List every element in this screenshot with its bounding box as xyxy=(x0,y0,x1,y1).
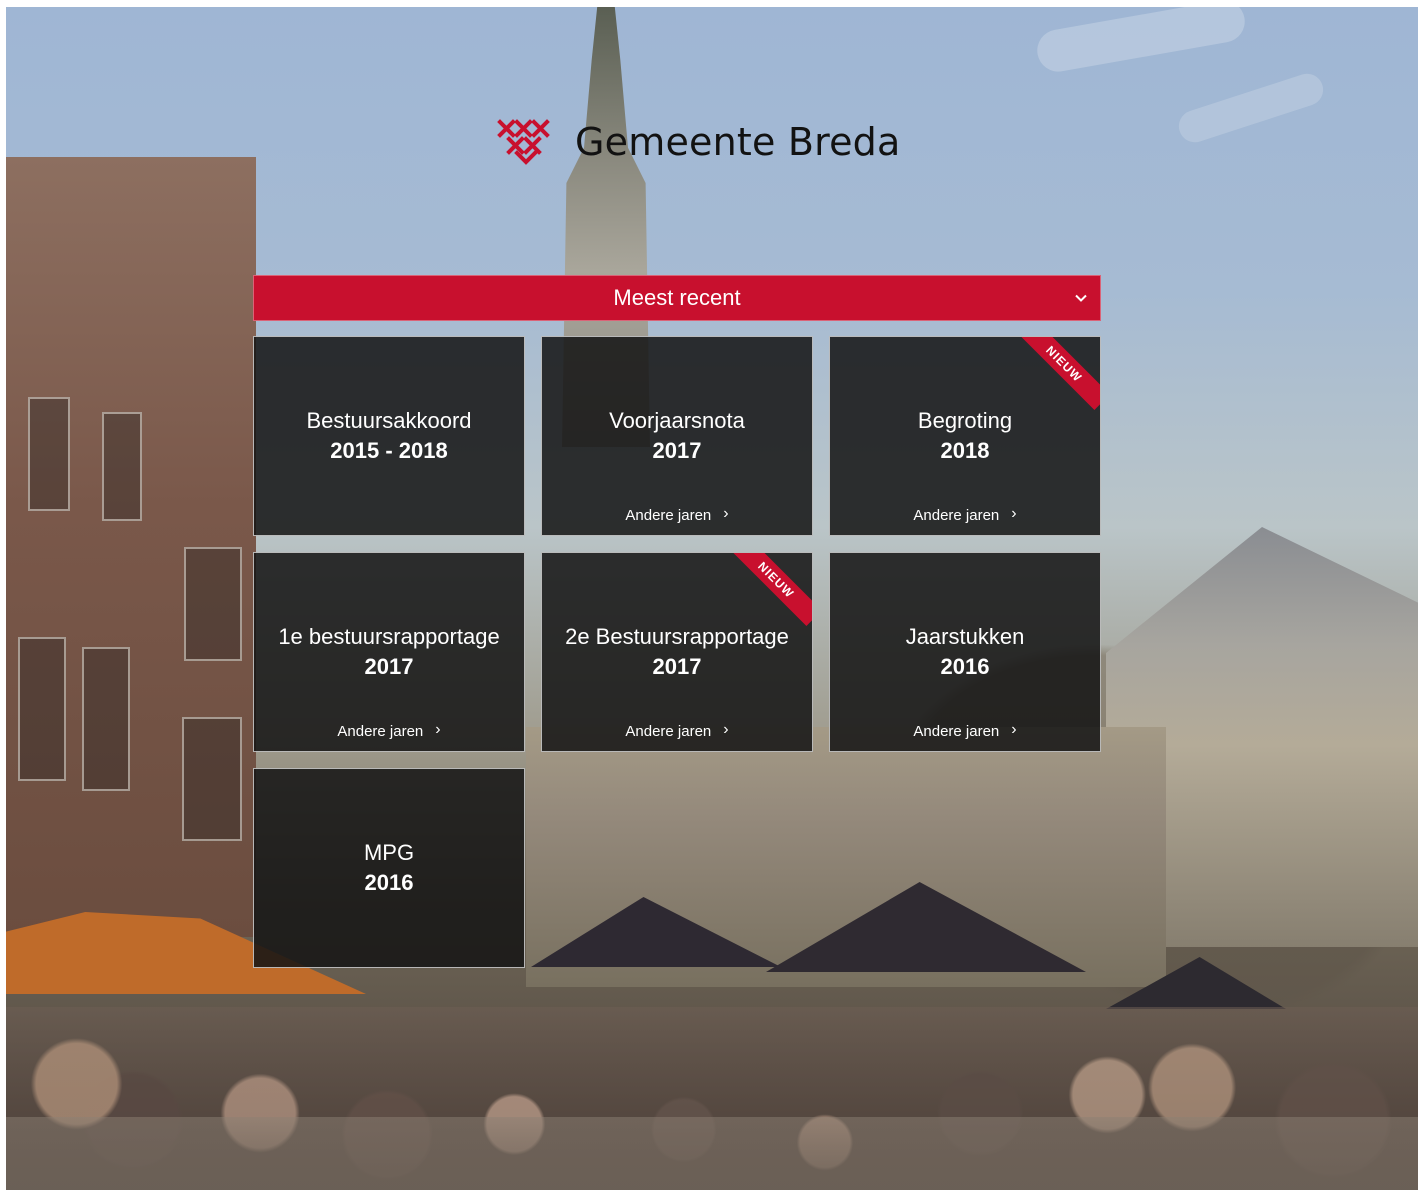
tile-year: 2016 xyxy=(364,870,414,895)
new-badge-label: NIEUW xyxy=(755,559,797,601)
document-tile[interactable]: NIEUW Begroting 2018 Andere jaren › xyxy=(829,336,1101,536)
recent-filter-dropdown[interactable]: Meest recent xyxy=(253,275,1101,321)
chevron-right-icon: › xyxy=(723,721,729,738)
other-years-label: Andere jaren xyxy=(625,506,712,524)
chevron-right-icon: › xyxy=(435,721,441,738)
building-window xyxy=(182,717,242,841)
other-years-label: Andere jaren xyxy=(625,722,712,740)
tile-year: 2015 - 2018 xyxy=(330,438,448,463)
chevron-right-icon: › xyxy=(723,505,729,522)
dropdown-selected-value: Meest recent xyxy=(613,285,741,310)
sky-cloud xyxy=(1174,69,1328,147)
chevron-down-icon xyxy=(1073,290,1089,306)
document-tile[interactable]: MPG 2016 xyxy=(253,768,525,968)
tile-title: Jaarstukken xyxy=(905,624,1025,649)
other-years-label: Andere jaren xyxy=(913,722,1000,740)
building-window xyxy=(18,637,66,781)
gemeente-breda-logo-icon xyxy=(497,119,550,165)
other-years-link[interactable]: Andere jaren › xyxy=(830,721,1100,740)
chevron-right-icon: › xyxy=(1011,505,1017,522)
document-tile[interactable]: Bestuursakkoord 2015 - 2018 xyxy=(253,336,525,536)
building-window xyxy=(184,547,242,661)
document-tile[interactable]: Jaarstukken 2016 Andere jaren › xyxy=(829,552,1101,752)
tile-title: Voorjaarsnota xyxy=(609,408,745,433)
document-tile[interactable]: 1e bestuursrapportage 2017 Andere jaren … xyxy=(253,552,525,752)
document-tile[interactable]: Voorjaarsnota 2017 Andere jaren › xyxy=(541,336,813,536)
tile-title: Begroting xyxy=(917,408,1013,433)
other-years-label: Andere jaren xyxy=(913,506,1000,524)
other-years-link[interactable]: Andere jaren › xyxy=(254,721,524,740)
tile-year: 2018 xyxy=(940,438,990,463)
chevron-right-icon: › xyxy=(1011,721,1017,738)
sky-cloud xyxy=(1033,7,1249,75)
background-church-right xyxy=(1106,527,1418,947)
other-years-link[interactable]: Andere jaren › xyxy=(830,505,1100,524)
tile-year: 2017 xyxy=(652,438,702,463)
new-badge: NIEUW xyxy=(730,553,812,626)
background-crowd xyxy=(6,1007,1418,1190)
building-window xyxy=(28,397,70,511)
tile-year: 2016 xyxy=(940,654,990,679)
other-years-label: Andere jaren xyxy=(337,722,424,740)
other-years-link[interactable]: Andere jaren › xyxy=(542,505,812,524)
background-building-left xyxy=(6,157,256,937)
new-badge-label: NIEUW xyxy=(1043,343,1085,385)
tile-title: MPG xyxy=(363,840,415,865)
document-tile[interactable]: NIEUW 2e Bestuursrapportage 2017 Andere … xyxy=(541,552,813,752)
page-frame: Gemeente Breda Meest recent Bestuursakko… xyxy=(6,7,1418,1190)
tile-title: 1e bestuursrapportage xyxy=(278,624,500,649)
tile-year: 2017 xyxy=(364,654,414,679)
other-years-link[interactable]: Andere jaren › xyxy=(542,721,812,740)
background-street xyxy=(6,1117,1418,1190)
site-title: Gemeente Breda xyxy=(575,120,901,164)
document-grid: Bestuursakkoord 2015 - 2018 Voorjaarsnot… xyxy=(253,336,1101,968)
site-brand: Gemeente Breda xyxy=(495,115,901,169)
background-umbrella-far-right xyxy=(1106,957,1286,1009)
tile-year: 2017 xyxy=(652,654,702,679)
tile-title: 2e Bestuursrapportage xyxy=(565,624,789,649)
building-window xyxy=(82,647,130,791)
tile-title: Bestuursakkoord xyxy=(306,408,472,433)
new-badge: NIEUW xyxy=(1018,337,1100,410)
building-window xyxy=(102,412,142,521)
